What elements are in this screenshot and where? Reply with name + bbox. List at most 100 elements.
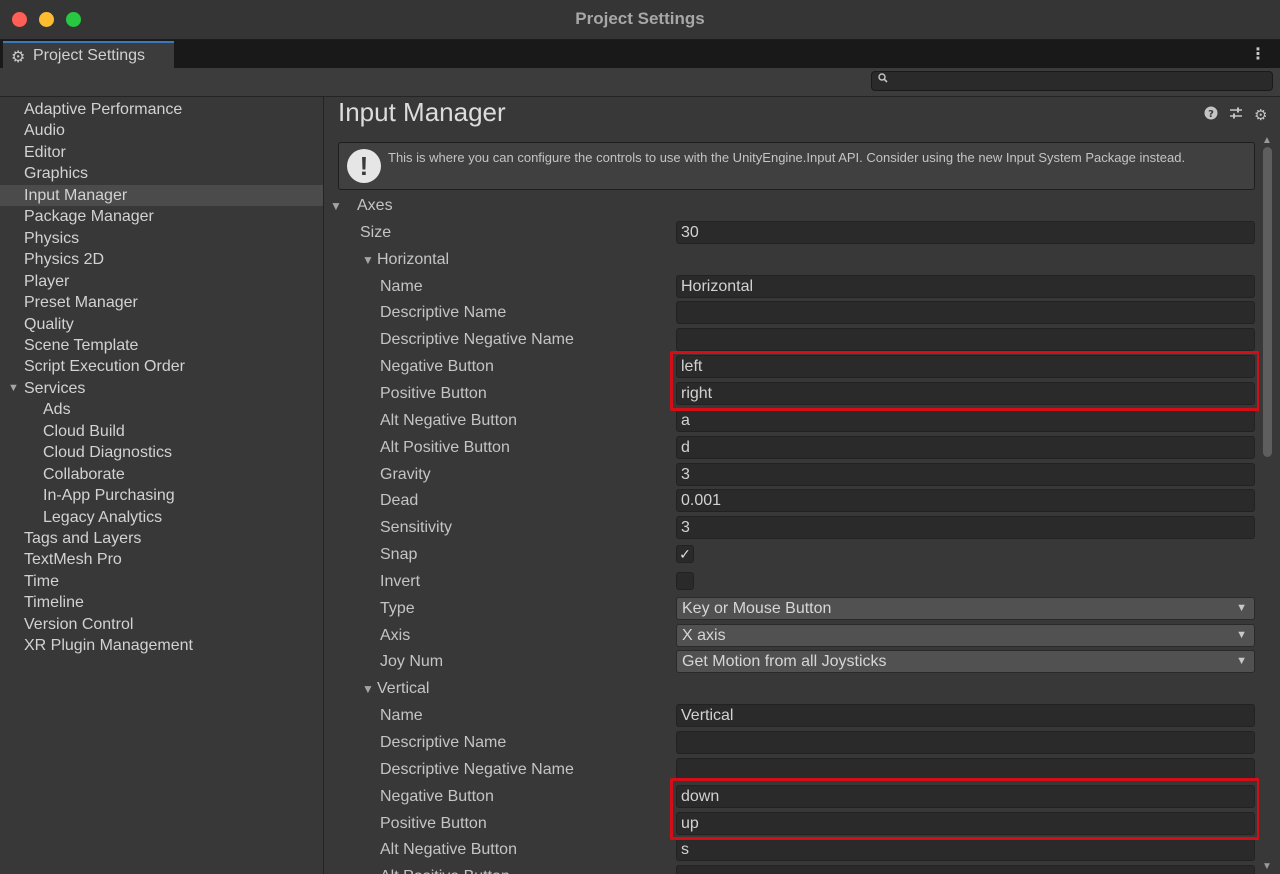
sidebar-item-label: In-App Purchasing — [43, 487, 175, 505]
text-field[interactable] — [676, 865, 1255, 874]
page-title: Input Manager — [338, 97, 506, 127]
scrollbar[interactable]: ▲ ▼ — [1259, 135, 1275, 874]
vertical-field-row: Alt Positive Button — [324, 864, 1264, 874]
checkmark-icon: ✓ — [679, 546, 691, 563]
checkbox[interactable] — [676, 571, 694, 590]
sidebar-item[interactable]: Editor — [0, 142, 323, 163]
sidebar-item[interactable]: Input Manager — [0, 184, 323, 206]
horizontal-field-row: Alt Negative Button a — [324, 408, 1264, 435]
title-bar: Project Settings — [0, 0, 1280, 40]
field-label: Alt Negative Button — [380, 411, 517, 429]
more-options-icon[interactable]: ⋮ — [1250, 44, 1266, 64]
sidebar-item[interactable]: Cloud Diagnostics — [0, 442, 323, 463]
field-label: Axis — [380, 626, 411, 644]
text-field[interactable]: Vertical — [676, 704, 1255, 728]
sidebar-item[interactable]: In-App Purchasing — [0, 485, 323, 506]
sidebar-item-label: Physics — [24, 229, 80, 247]
sidebar-item[interactable]: Physics 2D — [0, 249, 323, 270]
field-label: Descriptive Negative Name — [380, 331, 574, 349]
settings-gear-icon[interactable]: ⚙ — [1254, 106, 1267, 124]
sidebar-item[interactable]: Time — [0, 571, 323, 592]
search-box[interactable] — [871, 71, 1273, 92]
sidebar-item[interactable]: Legacy Analytics — [0, 507, 323, 528]
text-field[interactable]: s — [676, 838, 1255, 862]
horizontal-field-row: Dead 0.001 — [324, 488, 1264, 515]
text-field[interactable] — [676, 731, 1255, 754]
field-label: Snap — [380, 546, 418, 564]
field-label: Descriptive Name — [380, 304, 507, 322]
scroll-thumb[interactable] — [1263, 147, 1272, 457]
text-field[interactable]: 30 — [676, 220, 1255, 244]
dropdown-arrow-icon: ▼ — [1236, 655, 1247, 668]
foldout-triangle-icon[interactable]: ▼ — [362, 253, 374, 267]
field-label: Type — [380, 599, 415, 617]
expand-triangle-icon[interactable]: ▼ — [8, 378, 19, 399]
warning-icon: ! — [347, 149, 381, 183]
text-field[interactable]: 3 — [676, 462, 1255, 486]
sidebar-item-label: Time — [24, 572, 59, 590]
sidebar-item[interactable]: Collaborate — [0, 464, 323, 485]
dropdown-value: Key or Mouse Button — [682, 599, 832, 617]
sidebar-item[interactable]: ▼ Services — [0, 378, 323, 399]
sidebar-item[interactable]: Adaptive Performance — [0, 99, 323, 120]
sidebar-item[interactable]: Preset Manager — [0, 292, 323, 313]
sidebar-item-label: Adaptive Performance — [24, 101, 183, 118]
sidebar-item[interactable]: Timeline — [0, 592, 323, 613]
text-field[interactable] — [676, 301, 1255, 325]
sidebar-item[interactable]: Cloud Build — [0, 421, 323, 442]
foldout-triangle-icon[interactable]: ▼ — [362, 682, 374, 696]
field-label: Invert — [380, 572, 421, 590]
sidebar-item[interactable]: TextMesh Pro — [0, 549, 323, 570]
text-field[interactable]: 3 — [676, 516, 1255, 540]
sidebar-item-label: Preset Manager — [24, 294, 138, 312]
sidebar-item-label: Timeline — [24, 594, 84, 612]
scroll-up-icon[interactable]: ▲ — [1262, 135, 1272, 146]
tab-project-settings[interactable]: ⚙ Project Settings — [3, 41, 174, 68]
field-label: Alt Positive Button — [380, 438, 510, 456]
dropdown-select[interactable]: X axis ▼ — [676, 623, 1255, 647]
sidebar-item[interactable]: Scene Template — [0, 335, 323, 356]
vertical-foldout: ▼ Vertical — [324, 676, 1264, 703]
field-label: Positive Button — [380, 384, 487, 402]
sidebar-item[interactable]: Version Control — [0, 614, 323, 635]
search-input[interactable] — [892, 72, 1272, 92]
sidebar-item[interactable]: Audio — [0, 120, 323, 141]
sidebar-item-label: XR Plugin Management — [24, 637, 193, 655]
sidebar-item[interactable]: Graphics — [0, 163, 323, 184]
sidebar-item-label: Editor — [24, 143, 66, 161]
help-icon[interactable]: ? — [1204, 106, 1218, 124]
sidebar-item[interactable]: Quality — [0, 314, 323, 335]
text-field[interactable]: Horizontal — [676, 274, 1255, 298]
sidebar-item[interactable]: Script Execution Order — [0, 356, 323, 377]
checkbox[interactable]: ✓ — [676, 545, 694, 564]
sidebar-item[interactable]: Tags and Layers — [0, 528, 323, 549]
horizontal-field-row: Name Horizontal — [324, 274, 1264, 301]
field-label: Descriptive Name — [380, 734, 507, 751]
sidebar-item-label: Version Control — [24, 615, 134, 633]
text-field[interactable] — [676, 328, 1255, 352]
foldout-triangle-icon[interactable]: ▼ — [330, 199, 342, 213]
sidebar-item-label: Scene Template — [24, 336, 139, 354]
horizontal-field-row: Invert — [324, 569, 1264, 596]
sidebar-item[interactable]: Ads — [0, 399, 323, 420]
dropdown-select[interactable]: Get Motion from all Joysticks ▼ — [676, 650, 1255, 674]
vertical-field-row: Alt Negative Button s — [324, 837, 1264, 864]
sidebar-item-label: Collaborate — [43, 465, 125, 483]
sidebar-item-label: Player — [24, 272, 70, 290]
horizontal-foldout: ▼ Horizontal — [324, 247, 1264, 274]
dropdown-select[interactable]: Key or Mouse Button ▼ — [676, 596, 1255, 620]
search-row — [0, 68, 1280, 97]
dropdown-value: X axis — [682, 626, 726, 644]
sidebar-item[interactable]: Physics — [0, 228, 323, 249]
sidebar-item[interactable]: Package Manager — [0, 206, 323, 227]
text-field[interactable]: d — [676, 435, 1255, 459]
text-field[interactable]: 0.001 — [676, 489, 1255, 513]
sidebar-item-label: Services — [24, 379, 86, 397]
sidebar-item[interactable]: XR Plugin Management — [0, 635, 323, 656]
text-field[interactable]: a — [676, 408, 1255, 432]
sliders-icon[interactable] — [1229, 106, 1243, 124]
sidebar-item[interactable]: Player — [0, 271, 323, 292]
highlight-horizontal-buttons — [670, 351, 1260, 411]
horizontal-field-row: Descriptive Name — [324, 300, 1264, 327]
scroll-down-icon[interactable]: ▼ — [1262, 861, 1272, 872]
